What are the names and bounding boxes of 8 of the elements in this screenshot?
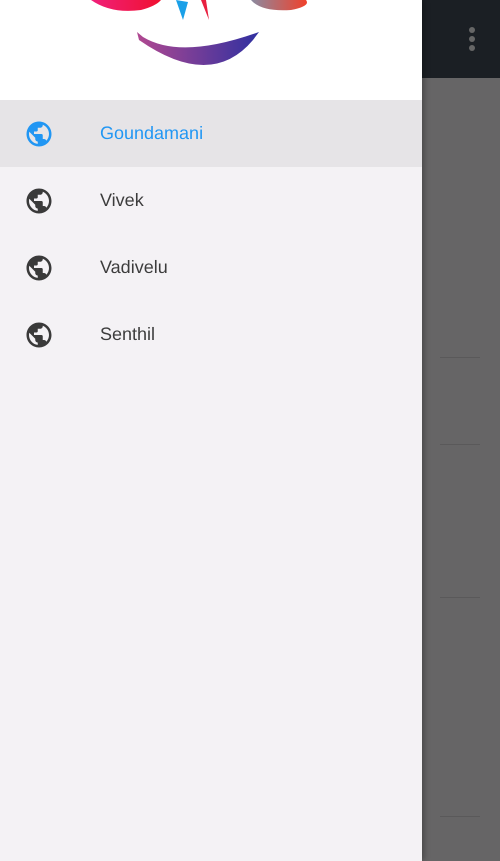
globe-icon (24, 186, 54, 216)
globe-icon (24, 320, 54, 350)
drawer-item[interactable]: Vadivelu (0, 234, 422, 301)
drawer-item[interactable]: Vivek (0, 167, 422, 234)
drawer-item[interactable]: Senthil (0, 301, 422, 368)
more-icon[interactable] (468, 26, 476, 52)
globe-icon (24, 252, 54, 282)
globe-icon (24, 118, 54, 148)
